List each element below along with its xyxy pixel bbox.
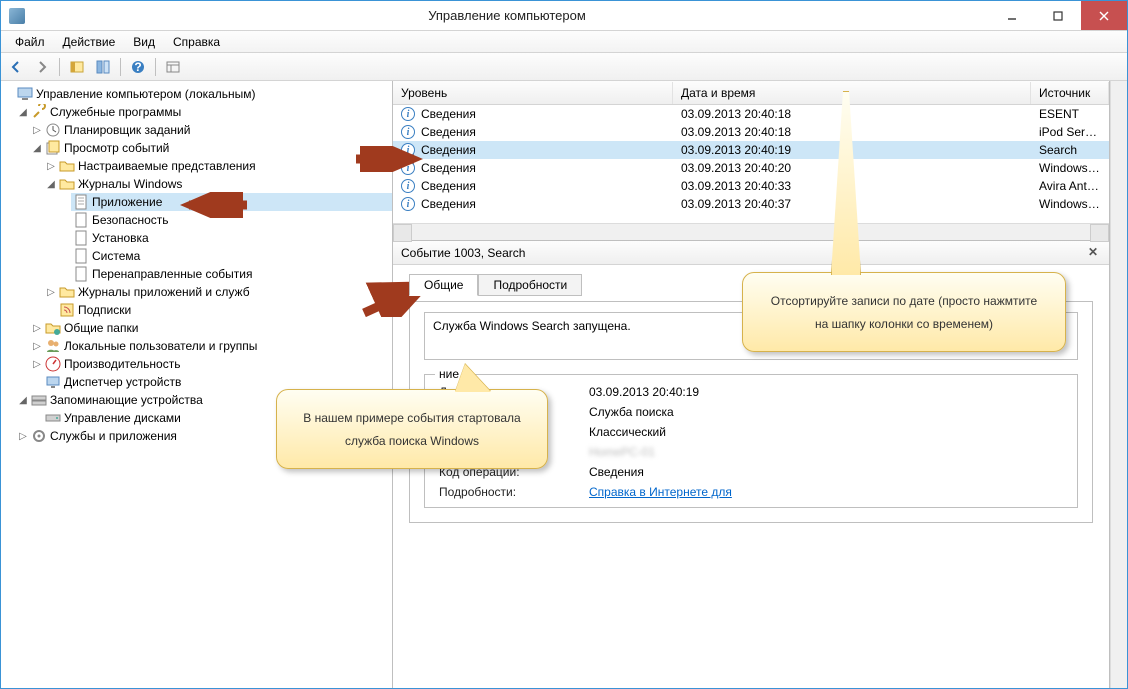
disk-icon <box>45 410 61 426</box>
right-pane: Уровень Дата и время Источник iСведения0… <box>393 81 1110 688</box>
tree-app-service-logs[interactable]: ▷Журналы приложений и служб <box>45 283 392 301</box>
menu-action[interactable]: Действие <box>55 33 124 51</box>
tree-root[interactable]: Управление компьютером (локальным) <box>3 85 392 103</box>
log-icon <box>73 230 89 246</box>
value-category: Служба поиска <box>589 405 1063 419</box>
tree-pane[interactable]: Управление компьютером (локальным) ◢Служ… <box>1 81 393 688</box>
properties-button[interactable] <box>92 56 114 78</box>
titlebar: Управление компьютером <box>1 1 1127 31</box>
svg-text:?: ? <box>134 60 141 74</box>
folder-icon <box>59 176 75 192</box>
info-icon: i <box>401 197 415 211</box>
services-icon <box>31 428 47 444</box>
show-hide-tree-button[interactable] <box>66 56 88 78</box>
tree-subscriptions[interactable]: Подписки <box>45 301 392 319</box>
annotation-arrow <box>179 192 249 218</box>
callout-sort: Отсортируйте записи по дате (просто нажм… <box>742 272 1066 352</box>
detail-title: Событие 1003, Search <box>401 246 525 260</box>
annotation-arrow <box>354 146 424 172</box>
subscriptions-icon <box>59 302 75 318</box>
tree-event-viewer[interactable]: ◢Просмотр событий <box>31 139 392 157</box>
log-icon <box>73 248 89 264</box>
details-link[interactable]: Справка в Интернете для <box>589 485 732 499</box>
tab-details[interactable]: Подробности <box>478 274 582 296</box>
tree-windows-logs[interactable]: ◢Журналы Windows <box>45 175 392 193</box>
tree-system-log[interactable]: Система <box>71 247 392 265</box>
app-icon <box>9 8 25 24</box>
event-list: Уровень Дата и время Источник iСведения0… <box>393 81 1109 241</box>
close-button[interactable] <box>1081 1 1127 30</box>
event-row[interactable]: iСведения03.09.2013 20:40:18ESENT <box>393 105 1109 123</box>
value-date: 03.09.2013 20:40:19 <box>589 385 1063 399</box>
event-rows[interactable]: iСведения03.09.2013 20:40:18ESENTiСведен… <box>393 105 1109 223</box>
log-icon <box>73 266 89 282</box>
folder-icon <box>59 284 75 300</box>
device-icon <box>45 374 61 390</box>
tree-local-users[interactable]: ▷Локальные пользователи и группы <box>31 337 392 355</box>
event-viewer-icon <box>45 140 61 156</box>
event-row[interactable]: iСведения03.09.2013 20:40:33Avira Antivi… <box>393 177 1109 195</box>
info-icon: i <box>401 125 415 139</box>
tree-setup-log[interactable]: Установка <box>71 229 392 247</box>
menu-help[interactable]: Справка <box>165 33 228 51</box>
users-icon <box>45 338 61 354</box>
event-row[interactable]: iСведения03.09.2013 20:40:20Windows Erro… <box>393 159 1109 177</box>
tree-shared-folders[interactable]: ▷Общие папки <box>31 319 392 337</box>
tree-system-tools[interactable]: ◢Служебные программы <box>17 103 392 121</box>
tree-custom-views[interactable]: ▷Настраиваемые представления <box>45 157 392 175</box>
info-icon: i <box>401 107 415 121</box>
toolbar: ? <box>1 53 1127 81</box>
value-opcode: Сведения <box>589 465 1063 479</box>
value-computer: HomePC-01 <box>589 445 1063 459</box>
column-level[interactable]: Уровень <box>393 82 673 104</box>
minimize-button[interactable] <box>989 1 1035 30</box>
forward-button[interactable] <box>31 56 53 78</box>
vertical-scrollbar[interactable] <box>1110 81 1127 688</box>
window-title: Управление компьютером <box>25 8 989 23</box>
clock-icon <box>45 122 61 138</box>
tools-icon <box>31 104 47 120</box>
log-icon <box>73 212 89 228</box>
callout-example: В нашем примере события стартовала служб… <box>276 389 548 469</box>
menu-view[interactable]: Вид <box>125 33 163 51</box>
back-button[interactable] <box>5 56 27 78</box>
storage-icon <box>31 392 47 408</box>
label-details: Подробности: <box>439 485 579 499</box>
tree-task-scheduler[interactable]: ▷Планировщик заданий <box>31 121 392 139</box>
column-datetime[interactable]: Дата и время <box>673 82 1031 104</box>
view-button[interactable] <box>162 56 184 78</box>
help-button[interactable]: ? <box>127 56 149 78</box>
event-row[interactable]: iСведения03.09.2013 20:40:19Search <box>393 141 1109 159</box>
menu-file[interactable]: Файл <box>7 33 53 51</box>
performance-icon <box>45 356 61 372</box>
tree-forwarded-log[interactable]: Перенаправленные события <box>71 265 392 283</box>
shared-folder-icon <box>45 320 61 336</box>
value-keywords: Классический <box>589 425 1063 439</box>
tree-performance[interactable]: ▷Производительность <box>31 355 392 373</box>
maximize-button[interactable] <box>1035 1 1081 30</box>
computer-icon <box>17 86 33 102</box>
tab-general[interactable]: Общие <box>409 274 478 296</box>
event-row[interactable]: iСведения03.09.2013 20:40:37Windows Erro… <box>393 195 1109 213</box>
column-source[interactable]: Источник <box>1031 82 1109 104</box>
folder-icon <box>59 158 75 174</box>
info-icon: i <box>401 179 415 193</box>
log-icon <box>73 194 89 210</box>
horizontal-scrollbar[interactable] <box>393 223 1109 240</box>
detail-close-button[interactable]: ✕ <box>1085 245 1101 261</box>
menubar: Файл Действие Вид Справка <box>1 31 1127 53</box>
event-row[interactable]: iСведения03.09.2013 20:40:18iPod Service <box>393 123 1109 141</box>
